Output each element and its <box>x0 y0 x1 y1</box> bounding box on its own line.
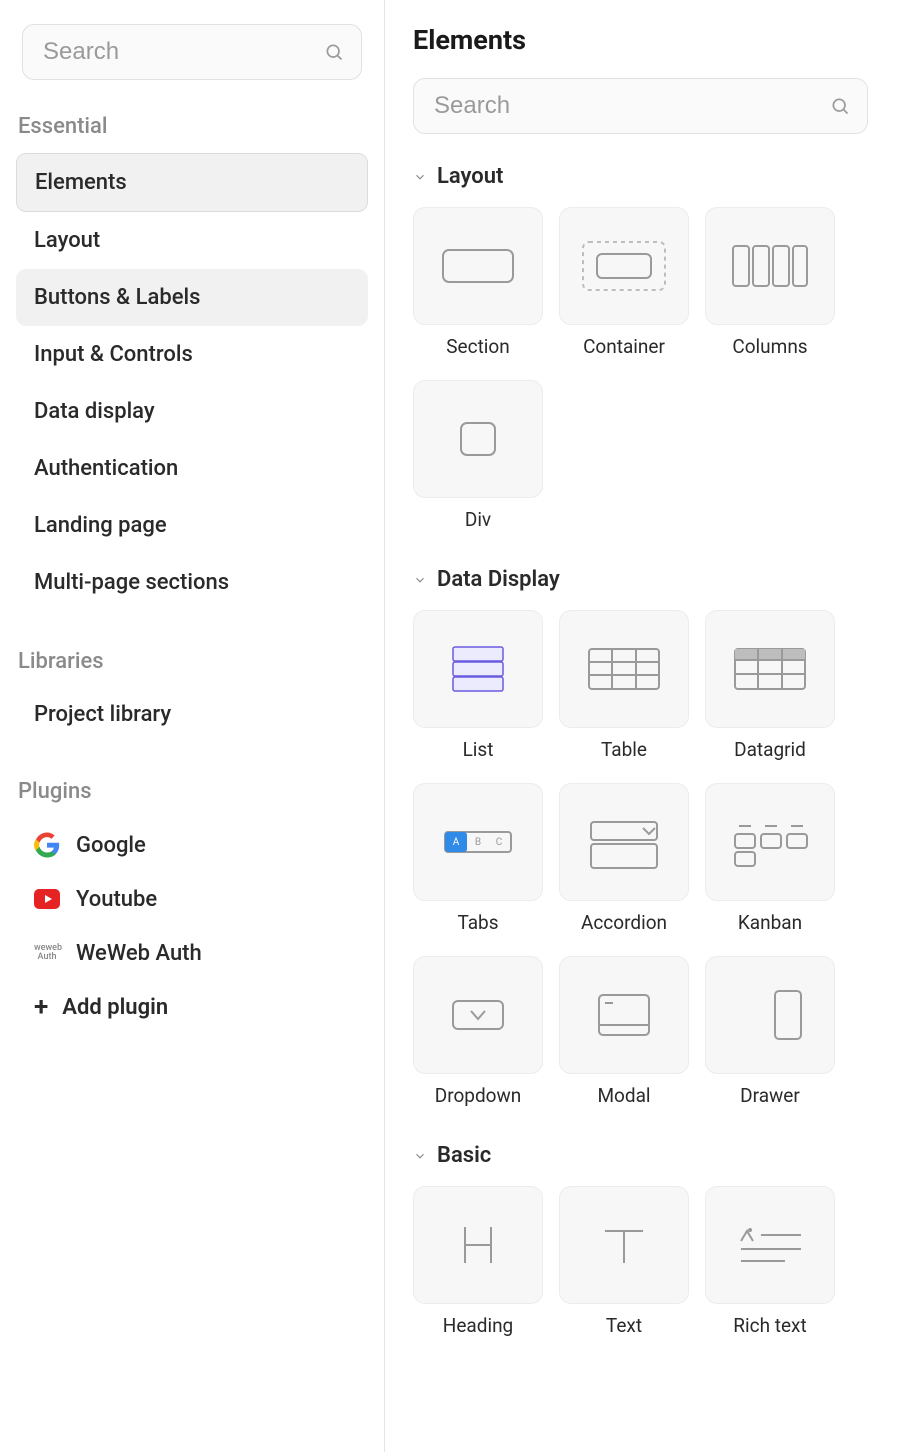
heading-thumb-icon <box>413 1186 543 1304</box>
container-thumb-icon <box>559 207 689 325</box>
svg-text:A: A <box>453 837 460 848</box>
tile-label: List <box>463 738 494 761</box>
plugins-nav: Google Youtube wewebAuth WeWeb Auth <box>16 818 368 980</box>
essential-heading: Essential <box>18 114 368 139</box>
data-display-tiles: List Table <box>413 610 868 1107</box>
tile-accordion[interactable]: Accordion <box>559 783 689 934</box>
kanban-thumb-icon <box>705 783 835 901</box>
plugins-heading: Plugins <box>18 779 368 804</box>
tile-container[interactable]: Container <box>559 207 689 358</box>
tile-text[interactable]: Text <box>559 1186 689 1337</box>
weweb-icon: wewebAuth <box>34 940 60 966</box>
tile-label: Container <box>583 335 665 358</box>
tile-label: Modal <box>597 1084 650 1107</box>
svg-text:B: B <box>475 837 481 848</box>
tile-label: Kanban <box>738 911 802 934</box>
sidebar-item-input-controls[interactable]: Input & Controls <box>16 326 368 383</box>
tile-label: Tabs <box>457 911 498 934</box>
section-thumb-icon <box>413 207 543 325</box>
plugin-label: Google <box>76 833 146 858</box>
tabs-thumb-icon: A B C <box>413 783 543 901</box>
category-header-data-display[interactable]: Data Display <box>413 567 868 592</box>
add-plugin-label: Add plugin <box>62 995 168 1020</box>
div-thumb-icon <box>413 380 543 498</box>
sidebar-item-youtube[interactable]: Youtube <box>16 872 368 926</box>
sidebar-item-google[interactable]: Google <box>16 818 368 872</box>
tile-datagrid[interactable]: Datagrid <box>705 610 835 761</box>
sidebar-search[interactable] <box>22 24 362 80</box>
youtube-icon <box>34 886 60 912</box>
basic-tiles: Heading Text Rich text <box>413 1186 868 1337</box>
tile-label: Drawer <box>740 1084 800 1107</box>
add-plugin-button[interactable]: + Add plugin <box>16 980 368 1034</box>
tile-label: Div <box>465 508 491 531</box>
drawer-thumb-icon <box>705 956 835 1074</box>
tile-kanban[interactable]: Kanban <box>705 783 835 934</box>
tile-label: Datagrid <box>734 738 806 761</box>
tile-drawer[interactable]: Drawer <box>705 956 835 1107</box>
list-thumb-icon <box>413 610 543 728</box>
tile-rich-text[interactable]: Rich text <box>705 1186 835 1337</box>
sidebar-item-project-library[interactable]: Project library <box>16 688 368 741</box>
chevron-down-icon <box>413 170 427 184</box>
tile-tabs[interactable]: A B C Tabs <box>413 783 543 934</box>
search-icon <box>830 96 850 116</box>
sidebar-item-buttons-labels[interactable]: Buttons & Labels <box>16 269 368 326</box>
tile-div[interactable]: Div <box>413 380 543 531</box>
category-header-layout[interactable]: Layout <box>413 164 868 189</box>
essential-nav: Elements Layout Buttons & Labels Input &… <box>16 153 368 611</box>
sidebar-search-input[interactable] <box>22 24 362 80</box>
tile-label: Accordion <box>581 911 667 934</box>
search-icon <box>324 42 344 62</box>
tile-table[interactable]: Table <box>559 610 689 761</box>
layout-tiles: Section Container Columns <box>413 207 868 531</box>
sidebar-item-landing-page[interactable]: Landing page <box>16 497 368 554</box>
table-thumb-icon <box>559 610 689 728</box>
tile-label: Rich text <box>733 1314 806 1337</box>
main-panel: Elements Layout Section Container <box>385 0 898 1452</box>
plus-icon: + <box>34 994 48 1020</box>
tile-section[interactable]: Section <box>413 207 543 358</box>
tile-label: Table <box>601 738 647 761</box>
svg-text:C: C <box>496 837 503 848</box>
tile-modal[interactable]: Modal <box>559 956 689 1107</box>
plugin-label: Youtube <box>76 887 157 912</box>
tile-label: Section <box>446 335 509 358</box>
libraries-heading: Libraries <box>18 649 368 674</box>
richtext-thumb-icon <box>705 1186 835 1304</box>
category-title: Data Display <box>437 567 560 592</box>
sidebar-item-multi-page-sections[interactable]: Multi-page sections <box>16 554 368 611</box>
sidebar: Essential Elements Layout Buttons & Labe… <box>0 0 385 1452</box>
page-title: Elements <box>413 24 868 56</box>
accordion-thumb-icon <box>559 783 689 901</box>
sidebar-item-data-display[interactable]: Data display <box>16 383 368 440</box>
dropdown-thumb-icon <box>413 956 543 1074</box>
tile-label: Heading <box>443 1314 513 1337</box>
category-header-basic[interactable]: Basic <box>413 1143 868 1168</box>
tile-label: Text <box>606 1314 642 1337</box>
tile-list[interactable]: List <box>413 610 543 761</box>
sidebar-item-weweb-auth[interactable]: wewebAuth WeWeb Auth <box>16 926 368 980</box>
category-title: Basic <box>437 1143 491 1168</box>
main-search-input[interactable] <box>413 78 868 134</box>
tile-label: Dropdown <box>435 1084 522 1107</box>
chevron-down-icon <box>413 1149 427 1163</box>
datagrid-thumb-icon <box>705 610 835 728</box>
text-thumb-icon <box>559 1186 689 1304</box>
plugin-label: WeWeb Auth <box>76 941 202 966</box>
tile-label: Columns <box>732 335 807 358</box>
tile-columns[interactable]: Columns <box>705 207 835 358</box>
sidebar-item-layout[interactable]: Layout <box>16 212 368 269</box>
main-search[interactable] <box>413 78 868 134</box>
tile-dropdown[interactable]: Dropdown <box>413 956 543 1107</box>
sidebar-item-elements[interactable]: Elements <box>16 153 368 212</box>
chevron-down-icon <box>413 573 427 587</box>
libraries-nav: Project library <box>16 688 368 741</box>
columns-thumb-icon <box>705 207 835 325</box>
modal-thumb-icon <box>559 956 689 1074</box>
google-icon <box>34 832 60 858</box>
tile-heading[interactable]: Heading <box>413 1186 543 1337</box>
sidebar-item-authentication[interactable]: Authentication <box>16 440 368 497</box>
category-title: Layout <box>437 164 503 189</box>
